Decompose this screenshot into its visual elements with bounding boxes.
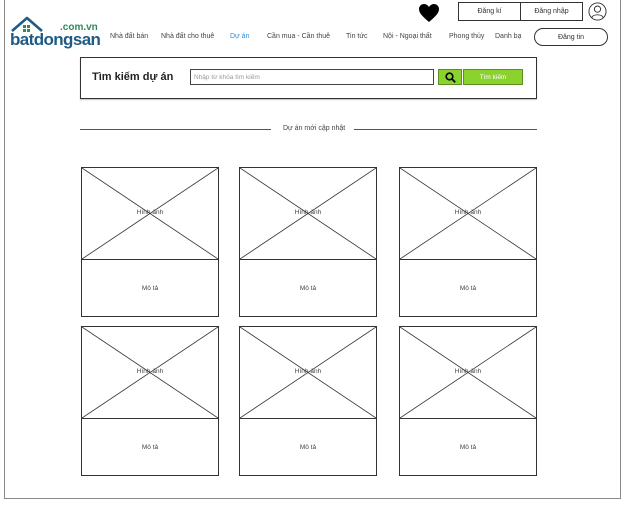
project-card[interactable]: Hình ảnh Mô tả	[81, 326, 219, 476]
search-button[interactable]: Tìm kiếm	[463, 69, 523, 85]
nav-item-nha-dat-cho-thue[interactable]: Nhà đất cho thuê	[161, 33, 214, 40]
image-placeholder: Hình ảnh	[240, 168, 376, 260]
user-icon[interactable]	[588, 2, 607, 21]
description-label: Mô tả	[141, 443, 159, 451]
nav-item-phong-thuy[interactable]: Phong thủy	[449, 33, 484, 40]
nav-item-can-mua-can-thue[interactable]: Cần mua - Cần thuê	[267, 33, 330, 40]
login-button[interactable]: Đăng nhập	[520, 3, 582, 20]
section-title: Dự án mới cập nhật	[283, 125, 346, 132]
divider-right	[354, 129, 537, 130]
search-title: Tìm kiếm dự án	[92, 71, 174, 83]
image-label: Hình ảnh	[136, 368, 164, 375]
image-label: Hình ảnh	[294, 368, 322, 375]
search-panel: Tìm kiếm dự án Tìm kiếm	[80, 57, 537, 99]
nav-item-nha-dat-ban[interactable]: Nhà đất bán	[110, 33, 148, 40]
post-listing-button[interactable]: Đăng tin	[534, 28, 608, 46]
nav-item-noi-ngoai-that[interactable]: Nội - Ngoại thất	[383, 33, 432, 40]
nav-item-du-an[interactable]: Dự án	[230, 33, 249, 40]
description-label: Mô tả	[459, 284, 477, 292]
search-icon-button[interactable]	[438, 69, 462, 85]
search-input[interactable]	[190, 69, 434, 85]
project-card[interactable]: Hình ảnh Mô tả	[239, 167, 377, 317]
site-logo[interactable]: .com.vn batdongsan	[10, 16, 101, 54]
image-label: Hình ảnh	[294, 209, 322, 216]
project-card[interactable]: Hình ảnh Mô tả	[399, 326, 537, 476]
nav-item-danh-ba[interactable]: Danh bạ	[495, 33, 521, 40]
image-label: Hình ảnh	[454, 209, 482, 216]
description-label: Mô tả	[299, 284, 317, 292]
search-icon	[444, 71, 456, 83]
description-label: Mô tả	[299, 443, 317, 451]
project-card[interactable]: Hình ảnh Mô tả	[239, 326, 377, 476]
description-label: Mô tả	[141, 284, 159, 292]
nav-item-tin-tuc[interactable]: Tin tức	[346, 33, 368, 40]
image-placeholder: Hình ảnh	[400, 327, 536, 419]
register-button[interactable]: Đăng kí	[459, 3, 520, 20]
image-placeholder: Hình ảnh	[82, 327, 218, 419]
project-card[interactable]: Hình ảnh Mô tả	[399, 167, 537, 317]
auth-group: Đăng kí Đăng nhập	[458, 2, 583, 21]
description-label: Mô tả	[459, 443, 477, 451]
logo-brand: batdongsan	[10, 30, 101, 49]
image-label: Hình ảnh	[136, 209, 164, 216]
project-card[interactable]: Hình ảnh Mô tả	[81, 167, 219, 317]
divider-left	[80, 129, 271, 130]
image-label: Hình ảnh	[454, 368, 482, 375]
image-placeholder: Hình ảnh	[82, 168, 218, 260]
image-placeholder: Hình ảnh	[400, 168, 536, 260]
image-placeholder: Hình ảnh	[240, 327, 376, 419]
heart-icon[interactable]	[418, 3, 440, 23]
